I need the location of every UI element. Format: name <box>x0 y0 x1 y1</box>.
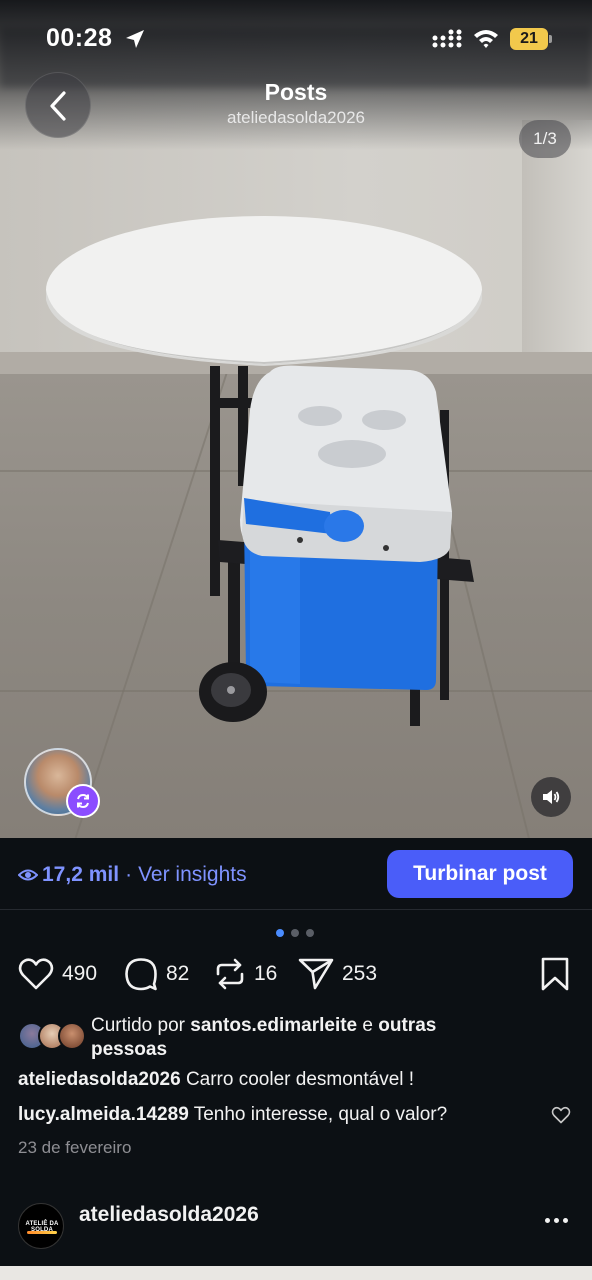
more-dot <box>554 1218 559 1223</box>
carousel-dot-active <box>276 929 284 937</box>
page-title: Posts <box>264 79 328 105</box>
comment-like-heart-icon[interactable] <box>551 1106 571 1124</box>
more-dot <box>563 1218 568 1223</box>
more-dot <box>545 1218 550 1223</box>
comment-preview[interactable]: lucy.almeida.14289 Tenho interesse, qual… <box>18 1104 447 1126</box>
views-count: 17,2 mil <box>42 863 120 886</box>
repost-icon[interactable] <box>214 957 246 991</box>
comment-bubble-icon[interactable] <box>124 957 158 991</box>
boost-post-button[interactable]: Turbinar post <box>387 850 573 898</box>
liked-by-user[interactable]: santos.edimarleite <box>190 1015 357 1036</box>
comment-username[interactable]: lucy.almeida.14289 <box>18 1104 189 1125</box>
liker-avatars <box>18 1022 88 1050</box>
status-time: 00:28 <box>46 24 113 52</box>
comments-count[interactable]: 82 <box>166 962 189 986</box>
likes-count[interactable]: 490 <box>62 962 97 986</box>
more-options-button[interactable] <box>545 1218 572 1223</box>
page-subtitle-username[interactable]: ateliedasolda2026 <box>0 108 592 128</box>
view-insights-link[interactable]: Ver insights <box>138 863 247 887</box>
avatar-logo-glow <box>27 1231 57 1234</box>
insights-separator: · <box>125 863 133 886</box>
carousel-dot <box>291 929 299 937</box>
next-post-avatar[interactable]: ATELIÊ DA SOLDA <box>18 1203 64 1249</box>
wifi-icon <box>474 30 498 48</box>
caption-text: Carro cooler desmontável ! <box>185 1069 415 1090</box>
insights-row[interactable]: 17,2 mil · Ver insights <box>18 860 247 890</box>
caption-username[interactable]: ateliedasolda2026 <box>18 1069 181 1090</box>
image-counter-badge: 1/3 <box>519 120 571 158</box>
battery-icon: 21 <box>510 28 552 50</box>
carousel-dot <box>306 929 314 937</box>
speaker-icon <box>543 790 560 804</box>
sound-button[interactable] <box>531 777 571 817</box>
liker-avatar <box>58 1022 86 1050</box>
cellular-signal-icon <box>432 29 462 48</box>
liked-by-prefix: Curtido por <box>91 1015 185 1036</box>
liked-by-connector: e <box>362 1015 373 1036</box>
next-post-image-edge <box>0 1266 592 1280</box>
comment-text: Tenho interesse, qual o valor? <box>193 1104 448 1125</box>
like-action[interactable]: 490 <box>18 954 97 994</box>
heart-icon[interactable] <box>18 957 54 991</box>
reposts-count[interactable]: 16 <box>254 962 277 986</box>
remix-icon <box>77 793 89 809</box>
shares-count[interactable]: 253 <box>342 962 377 986</box>
remix-badge[interactable] <box>66 784 100 818</box>
next-post-username[interactable]: ateliedasolda2026 <box>79 1203 259 1227</box>
comment-action[interactable]: 82 <box>124 954 189 994</box>
location-arrow-icon <box>126 30 144 48</box>
carousel-dots <box>276 929 321 937</box>
post-date: 23 de fevereiro <box>18 1138 132 1157</box>
post-caption: ateliedasolda2026 Carro cooler desmontáv… <box>18 1069 414 1091</box>
bookmark-icon[interactable] <box>540 956 570 992</box>
battery-level: 21 <box>520 30 538 47</box>
repost-action[interactable]: 16 <box>214 954 277 994</box>
divider <box>0 909 592 910</box>
battery-nub <box>549 35 552 43</box>
share-action[interactable]: 253 <box>298 954 377 994</box>
eye-icon <box>18 869 38 881</box>
send-icon[interactable] <box>298 957 334 991</box>
liked-by-text: Curtido por santos.edimarleite e outras … <box>91 1014 511 1062</box>
